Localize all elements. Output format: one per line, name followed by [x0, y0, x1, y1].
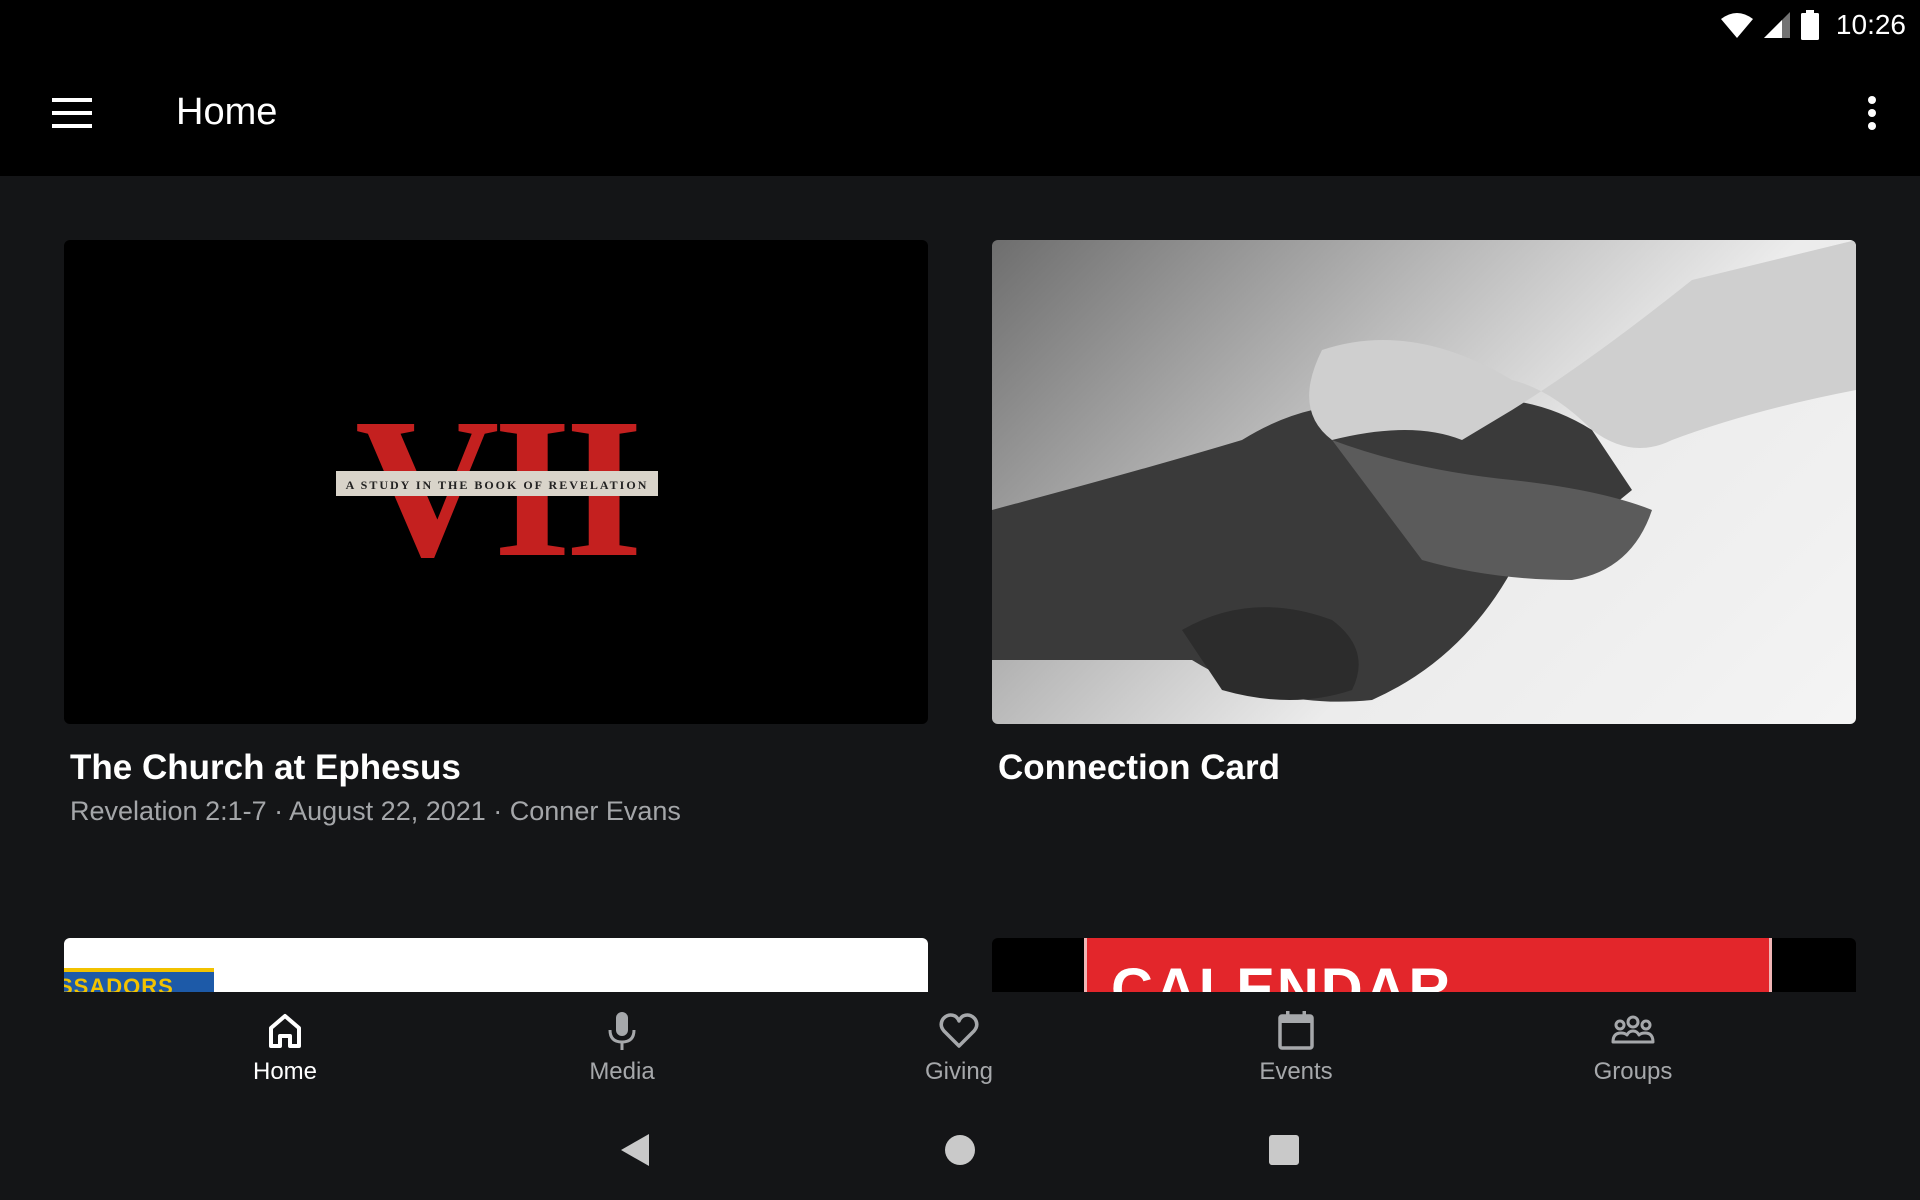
page-title: Home: [176, 91, 278, 133]
app-bar: Home: [0, 49, 1920, 176]
card-connection[interactable]: Connection Card: [992, 240, 1856, 860]
more-vert-icon: [1868, 96, 1876, 130]
nav-giving-label: Giving: [924, 1058, 994, 1085]
calendar-banner-text: CALENDAR: [1111, 957, 1453, 992]
system-navigation-bar: [0, 1094, 1920, 1200]
series-art-banner: A STUDY IN THE BOOK OF REVELATION: [346, 478, 649, 492]
content-feed[interactable]: VII A STUDY IN THE BOOK OF REVELATION Th…: [0, 176, 1920, 992]
nav-groups-label: Groups: [1593, 1058, 1673, 1085]
card-subtitle: Revelation 2:1-7 · August 22, 2021 · Con…: [70, 796, 681, 826]
card-title: Connection Card: [998, 748, 1280, 787]
card-ambassadors[interactable]: SSADORS: [64, 938, 928, 992]
nav-events[interactable]: Events: [1196, 992, 1396, 1094]
card-image: VII A STUDY IN THE BOOK OF REVELATION: [64, 240, 928, 724]
bottom-navigation: Home Media Giving Events Groups: [0, 992, 1920, 1094]
heart-icon: [939, 1013, 979, 1048]
status-icons: 10:26: [1720, 8, 1906, 42]
nav-media-label: Media: [589, 1058, 655, 1085]
logo-fragment-text: SSADORS: [64, 974, 174, 992]
logo-fragment: SSADORS: [64, 968, 214, 992]
calendar-icon: [1278, 1011, 1314, 1050]
card-title: The Church at Ephesus: [70, 748, 461, 787]
menu-icon: [52, 98, 92, 128]
handshake-illustration: [992, 240, 1856, 702]
home-icon: [269, 1014, 301, 1048]
card-sermon[interactable]: VII A STUDY IN THE BOOK OF REVELATION Th…: [64, 240, 928, 860]
recents-icon[interactable]: [1264, 1130, 1304, 1170]
nav-events-label: Events: [1259, 1058, 1333, 1085]
status-time: 10:26: [1835, 9, 1906, 40]
groups-icon: [1611, 1015, 1655, 1044]
nav-media[interactable]: Media: [522, 992, 722, 1094]
back-icon[interactable]: [615, 1130, 655, 1170]
wifi-icon: [1720, 13, 1753, 38]
card-image: CALENDAR: [992, 938, 1856, 992]
microphone-icon: [608, 1012, 636, 1050]
nav-groups[interactable]: Groups: [1533, 992, 1733, 1094]
overflow-menu-button[interactable]: [1844, 89, 1900, 137]
series-art: VII A STUDY IN THE BOOK OF REVELATION: [336, 378, 658, 599]
battery-icon: [1800, 10, 1819, 40]
menu-button[interactable]: [42, 89, 102, 137]
cell-signal-icon: [1763, 12, 1790, 38]
status-bar: 10:26: [0, 0, 1920, 49]
card-calendar[interactable]: CALENDAR: [992, 938, 1856, 992]
nav-home[interactable]: Home: [185, 992, 385, 1094]
card-image: SSADORS: [64, 938, 928, 992]
home-circle-icon[interactable]: [940, 1130, 980, 1170]
handshake-photo: [992, 240, 1856, 724]
nav-home-label: Home: [252, 1058, 318, 1085]
calendar-banner: CALENDAR: [1084, 938, 1772, 992]
nav-giving[interactable]: Giving: [859, 992, 1059, 1094]
